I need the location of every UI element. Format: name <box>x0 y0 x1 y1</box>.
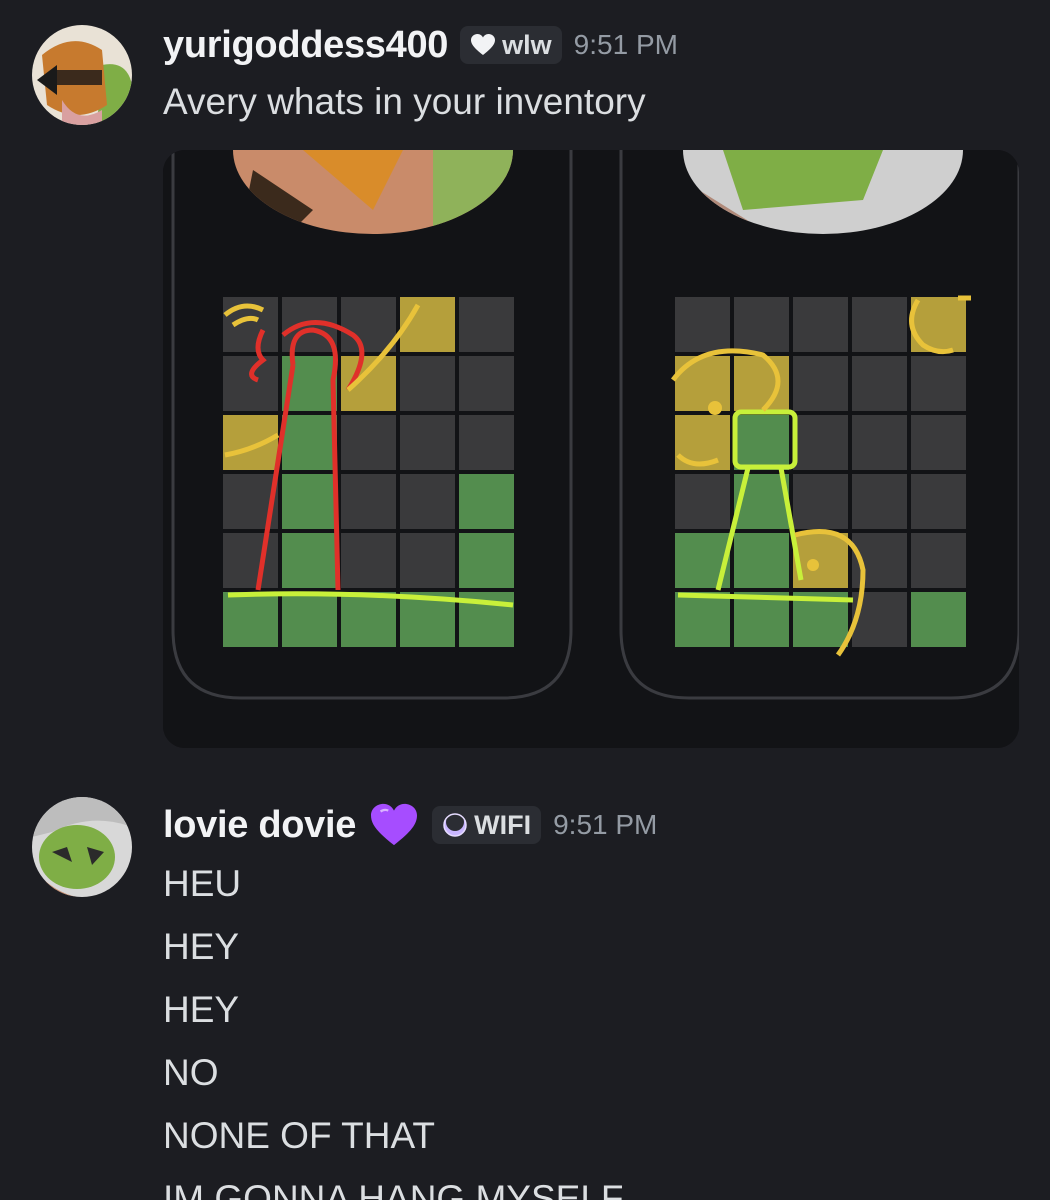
avatar[interactable] <box>32 25 132 125</box>
message-text: HEY <box>163 989 240 1030</box>
message-yurigoddess: yurigoddess400 wlw 9:51 PM Avery whats i… <box>0 0 1050 760</box>
guild-tag[interactable]: WIFI <box>432 806 542 844</box>
chat-view: yurigoddess400 wlw 9:51 PM Avery whats i… <box>0 0 1050 1200</box>
message-text: NONE OF THAT <box>163 1115 436 1156</box>
message-text: NO <box>163 1052 219 1093</box>
guild-tag[interactable]: wlw <box>460 26 562 64</box>
purple-heart-icon <box>371 803 418 846</box>
username[interactable]: yurigoddess400 <box>163 24 448 67</box>
guild-tag-label: WIFI <box>474 809 532 840</box>
message-text: HEY <box>163 926 240 967</box>
heart-icon <box>471 34 496 55</box>
message-text: HEU <box>163 863 242 904</box>
guild-tag-label: wlw <box>502 29 552 60</box>
timestamp: 9:51 PM <box>553 809 658 840</box>
wordle-grid-right <box>671 295 971 657</box>
message-lovie-dovie: lovie dovie WIFI 9:51 PM HEU HEY HEY NO … <box>0 780 1050 1200</box>
image-attachment[interactable] <box>163 150 1019 748</box>
username[interactable]: lovie dovie <box>163 804 356 847</box>
avatar[interactable] <box>32 797 132 897</box>
message-text: Avery whats in your inventory <box>163 81 646 122</box>
message-text: IM GONNA HANG MYSELF <box>163 1178 624 1200</box>
timestamp: 9:51 PM <box>573 29 678 60</box>
moon-icon <box>443 813 467 837</box>
